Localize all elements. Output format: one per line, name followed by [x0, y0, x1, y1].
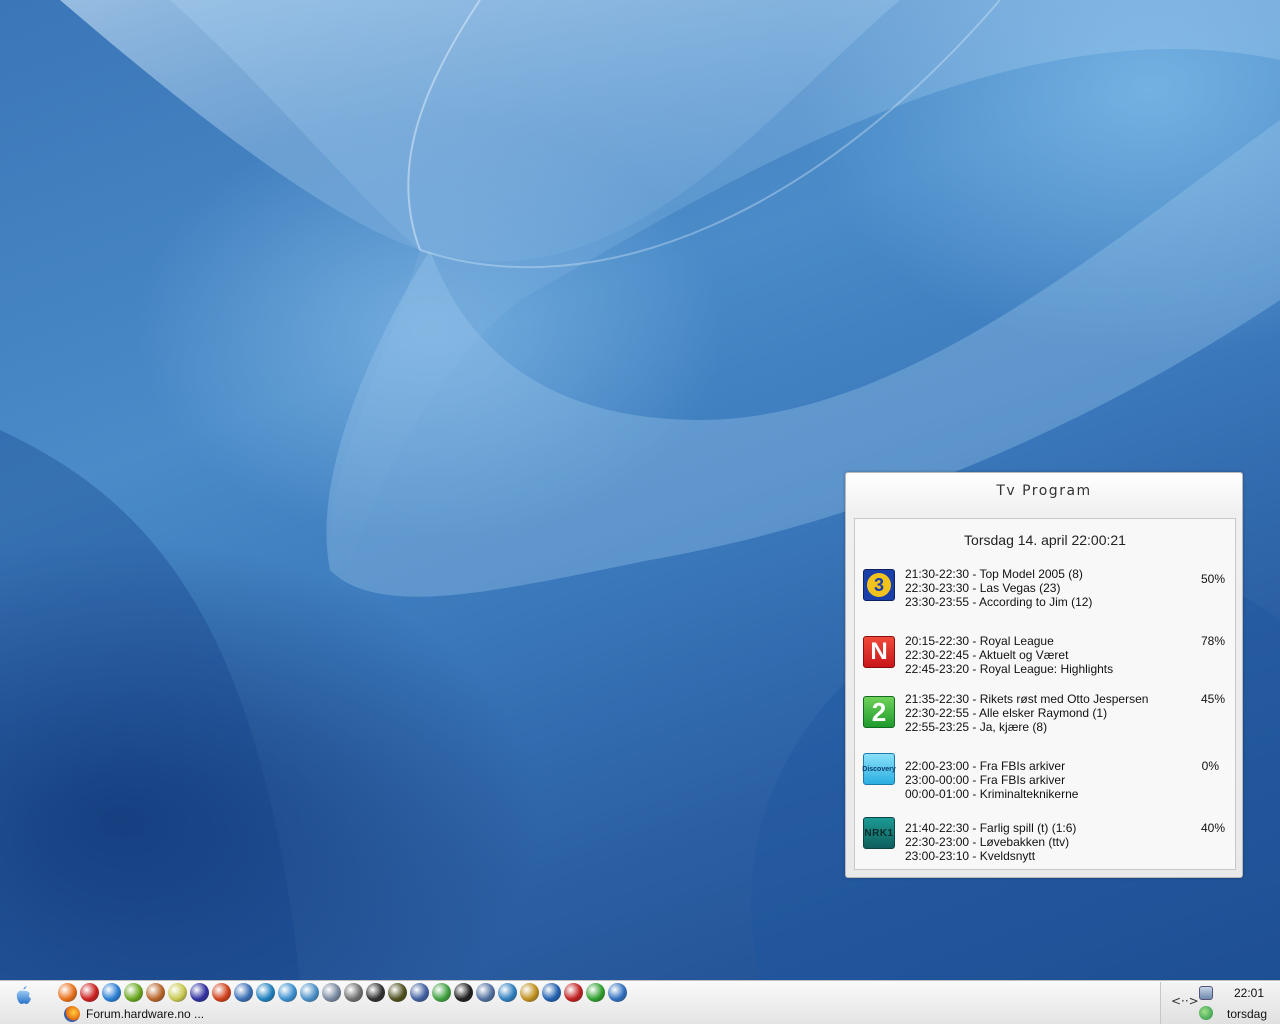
schedule-line: 22:30-22:45 - Aktuelt og Været: [905, 648, 1069, 662]
tvnorge-icon: N: [863, 636, 895, 668]
quick-launch-toolbar: [58, 983, 627, 1005]
printer-icon[interactable]: [344, 983, 363, 1002]
nrk1-logo-label: NRK1: [864, 827, 894, 839]
chat-icon[interactable]: [300, 983, 319, 1002]
tray-drive-icon[interactable]: [1199, 986, 1213, 1000]
cs-icon[interactable]: [366, 983, 385, 1002]
clock-time[interactable]: 22:01: [1229, 986, 1269, 1000]
folder-icon[interactable]: [234, 983, 253, 1002]
steam-icon[interactable]: [454, 983, 473, 1002]
progress-percent: 45%: [1200, 692, 1225, 706]
ball-icon[interactable]: [586, 983, 605, 1002]
schedule-line: 22:30-22:55 - Alle elsker Raymond (1): [905, 706, 1108, 720]
tools-icon[interactable]: [476, 983, 495, 1002]
tv2-icon: 2: [863, 696, 895, 728]
schedule-line: 22:30-23:30 - Las Vegas (23): [905, 581, 1061, 595]
task-label: Forum.hardware.no ...: [86, 1007, 205, 1021]
discovery-logo-label: Discovery: [862, 765, 896, 773]
tray-network-icon[interactable]: [1199, 1006, 1213, 1020]
channel-schedule: 20:15-22:30 - Royal League 22:30-22:45 -…: [905, 634, 1195, 676]
winamp-icon[interactable]: [124, 983, 143, 1002]
nrk1-icon: NRK1: [863, 817, 895, 849]
progress-percent: 40%: [1200, 821, 1225, 835]
schedule-line: 23:00-23:10 - Kveldsnytt: [905, 849, 1036, 863]
taskbar-button-firefox[interactable]: Forum.hardware.no ...: [64, 1005, 204, 1023]
channel-schedule: 21:30-22:30 - Top Model 2005 (8) 22:30-2…: [905, 567, 1195, 609]
pen-icon[interactable]: [256, 983, 275, 1002]
channel-schedule: 21:40-22:30 - Farlig spill (t) (1:6) 22:…: [905, 821, 1195, 863]
schedule-line: 23:30-23:55 - According to Jim (12): [905, 595, 1093, 609]
progress-percent: 50%: [1200, 572, 1225, 586]
globe-icon[interactable]: [608, 983, 627, 1002]
progress-percent: 78%: [1200, 634, 1225, 648]
channel-row-tvnorge[interactable]: N 20:15-22:30 - Royal League 22:30-22:45…: [855, 634, 1235, 682]
system-tray: <··> 22:01 torsdag: [1160, 982, 1280, 1024]
tvnorge-logo-label: N: [870, 638, 888, 665]
schedule-line: 22:00-23:00 - Fra FBIs arkiver: [905, 759, 1066, 773]
schedule-line: 20:15-22:30 - Royal League: [905, 634, 1054, 648]
channel-schedule: 21:35-22:30 - Rikets røst med Otto Jespe…: [905, 692, 1195, 734]
audio-icon[interactable]: [410, 983, 429, 1002]
channel-row-tv3[interactable]: 3 21:30-22:30 - Top Model 2005 (8) 22:30…: [855, 567, 1235, 615]
discovery-icon: Discovery: [862, 753, 896, 785]
record-icon[interactable]: [212, 983, 231, 1002]
schedule-line: 22:45-23:20 - Royal League: Highlights: [905, 662, 1114, 676]
tv3-icon: 3: [863, 569, 895, 601]
firefox-icon: [64, 1006, 80, 1022]
recycle-icon[interactable]: [432, 983, 451, 1002]
schedule-line: 00:00-01:00 - Kriminalteknikerne: [905, 787, 1079, 801]
schedule-line: 21:40-22:30 - Farlig spill (t) (1:6): [905, 821, 1077, 835]
taskbar: Forum.hardware.no ... <··> 22:01 torsdag: [0, 980, 1280, 1024]
tv-program-widget[interactable]: Tv Program Torsdag 14. april 22:00:21 3 …: [845, 472, 1243, 878]
program-date: Torsdag 14. april 22:00:21: [964, 532, 1126, 548]
schedule-line: 23:00-00:00 - Fra FBIs arkiver: [905, 773, 1066, 787]
wrench-icon[interactable]: [520, 983, 539, 1002]
channel-row-discovery[interactable]: Discovery 22:00-23:00 - Fra FBIs arkiver…: [855, 753, 1235, 807]
tv-program-panel: Torsdag 14. april 22:00:21 3 21:30-22:30…: [854, 518, 1236, 870]
app-icon[interactable]: [146, 983, 165, 1002]
tv3-logo-label: 3: [867, 573, 891, 597]
schedule-line: 21:30-22:30 - Top Model 2005 (8): [905, 567, 1083, 581]
apple-start-button[interactable]: [12, 985, 36, 1005]
widget-title: Tv Program: [996, 483, 1092, 499]
channel-row-tv2[interactable]: 2 21:35-22:30 - Rikets røst med Otto Jes…: [855, 692, 1235, 740]
schedule-line: 22:30-23:00 - Løvebakken (ttv): [905, 835, 1070, 849]
magnifier-icon[interactable]: [278, 983, 297, 1002]
channel-row-nrk1[interactable]: NRK1 21:40-22:30 - Farlig spill (t) (1:6…: [855, 817, 1235, 869]
media-icon[interactable]: [542, 983, 561, 1002]
disk-icon[interactable]: [322, 983, 341, 1002]
ie-icon[interactable]: [102, 983, 121, 1002]
eye-icon[interactable]: [168, 983, 187, 1002]
apple-logo-icon: [16, 986, 31, 1004]
progress-percent: 0%: [1201, 759, 1219, 773]
tv2-logo-label: 2: [871, 696, 887, 727]
game-icon[interactable]: [190, 983, 209, 1002]
opera-icon[interactable]: [80, 983, 99, 1002]
firefox-icon[interactable]: [58, 983, 77, 1002]
channel-schedule: 22:00-23:00 - Fra FBIs arkiver 23:00-00:…: [905, 759, 1195, 801]
film-icon[interactable]: [388, 983, 407, 1002]
refresh-icon[interactable]: [498, 983, 517, 1002]
schedule-line: 21:35-22:30 - Rikets røst med Otto Jespe…: [905, 692, 1149, 706]
schedule-line: 22:55-23:25 - Ja, kjære (8): [905, 720, 1048, 734]
clock-day[interactable]: torsdag: [1219, 1007, 1275, 1021]
tray-expand-arrow[interactable]: <··>: [1171, 994, 1199, 1008]
flash-icon[interactable]: [564, 983, 583, 1002]
